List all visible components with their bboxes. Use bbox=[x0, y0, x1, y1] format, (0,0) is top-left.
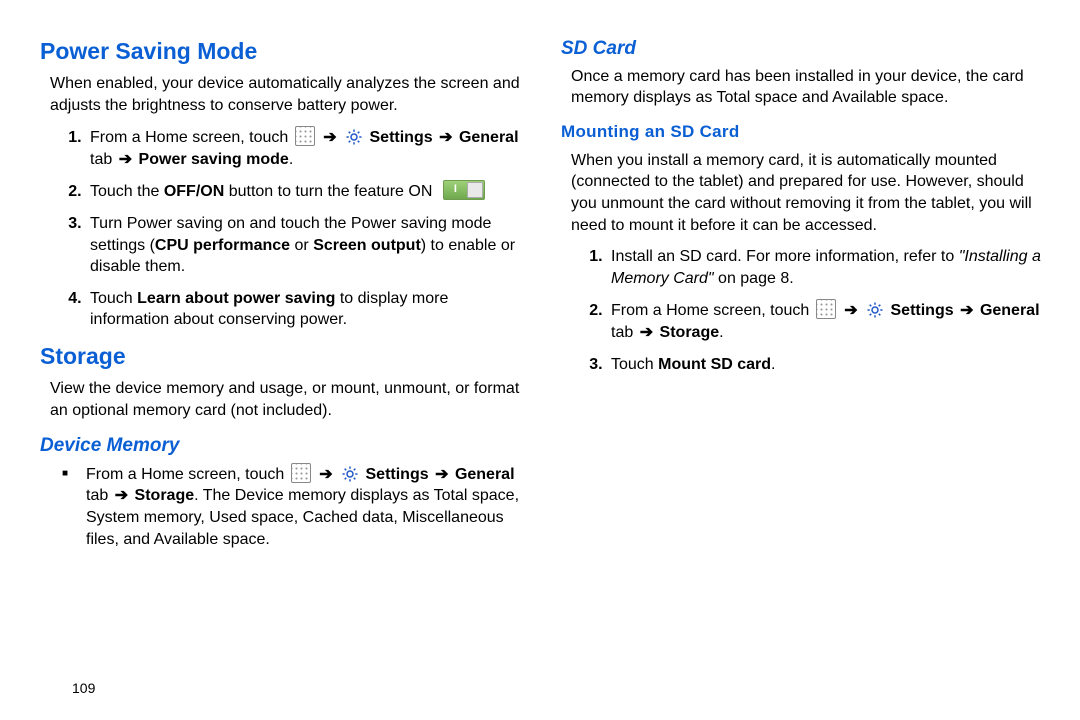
ps-step-3: Turn Power saving on and touch the Power… bbox=[86, 213, 531, 278]
mounting-steps: Install an SD card. For more information… bbox=[561, 246, 1052, 375]
apps-icon bbox=[816, 299, 836, 319]
apps-icon bbox=[291, 463, 311, 483]
gear-icon bbox=[345, 128, 363, 146]
heading-mounting-sd: Mounting an SD Card bbox=[561, 121, 1052, 144]
device-memory-list: From a Home screen, touch ➔ Settings ➔ G… bbox=[40, 463, 531, 550]
power-saving-steps: From a Home screen, touch ➔ Settings ➔ G… bbox=[40, 126, 531, 331]
heading-storage: Storage bbox=[40, 341, 531, 372]
left-column: Power Saving Mode When enabled, your dev… bbox=[40, 36, 531, 710]
arrow-icon: ➔ bbox=[317, 466, 334, 483]
apps-icon bbox=[295, 126, 315, 146]
arrow-icon: ➔ bbox=[842, 302, 859, 319]
ps-step-4: Touch Learn about power saving to displa… bbox=[86, 288, 531, 331]
heading-sd-card: SD Card bbox=[561, 36, 1052, 62]
sd-card-intro: Once a memory card has been installed in… bbox=[571, 66, 1052, 109]
mount-step-1: Install an SD card. For more information… bbox=[607, 246, 1052, 289]
device-memory-item: From a Home screen, touch ➔ Settings ➔ G… bbox=[86, 463, 531, 550]
manual-page: Power Saving Mode When enabled, your dev… bbox=[0, 0, 1080, 720]
storage-intro: View the device memory and usage, or mou… bbox=[50, 378, 531, 421]
right-column: SD Card Once a memory card has been inst… bbox=[561, 36, 1052, 710]
heading-device-memory: Device Memory bbox=[40, 433, 531, 459]
arrow-icon: ➔ bbox=[321, 129, 338, 146]
ps-step-1: From a Home screen, touch ➔ Settings ➔ G… bbox=[86, 126, 531, 170]
gear-icon bbox=[866, 301, 884, 319]
mount-step-2: From a Home screen, touch ➔ Settings ➔ G… bbox=[607, 299, 1052, 343]
toggle-on-icon bbox=[443, 180, 485, 200]
power-saving-intro: When enabled, your device automatically … bbox=[50, 73, 531, 116]
page-number: 109 bbox=[72, 680, 95, 696]
heading-power-saving: Power Saving Mode bbox=[40, 36, 531, 67]
ps-step-2: Touch the OFF/ON button to turn the feat… bbox=[86, 180, 531, 203]
mount-step-3: Touch Mount SD card. bbox=[607, 354, 1052, 376]
mounting-intro: When you install a memory card, it is au… bbox=[571, 150, 1052, 236]
gear-icon bbox=[341, 465, 359, 483]
